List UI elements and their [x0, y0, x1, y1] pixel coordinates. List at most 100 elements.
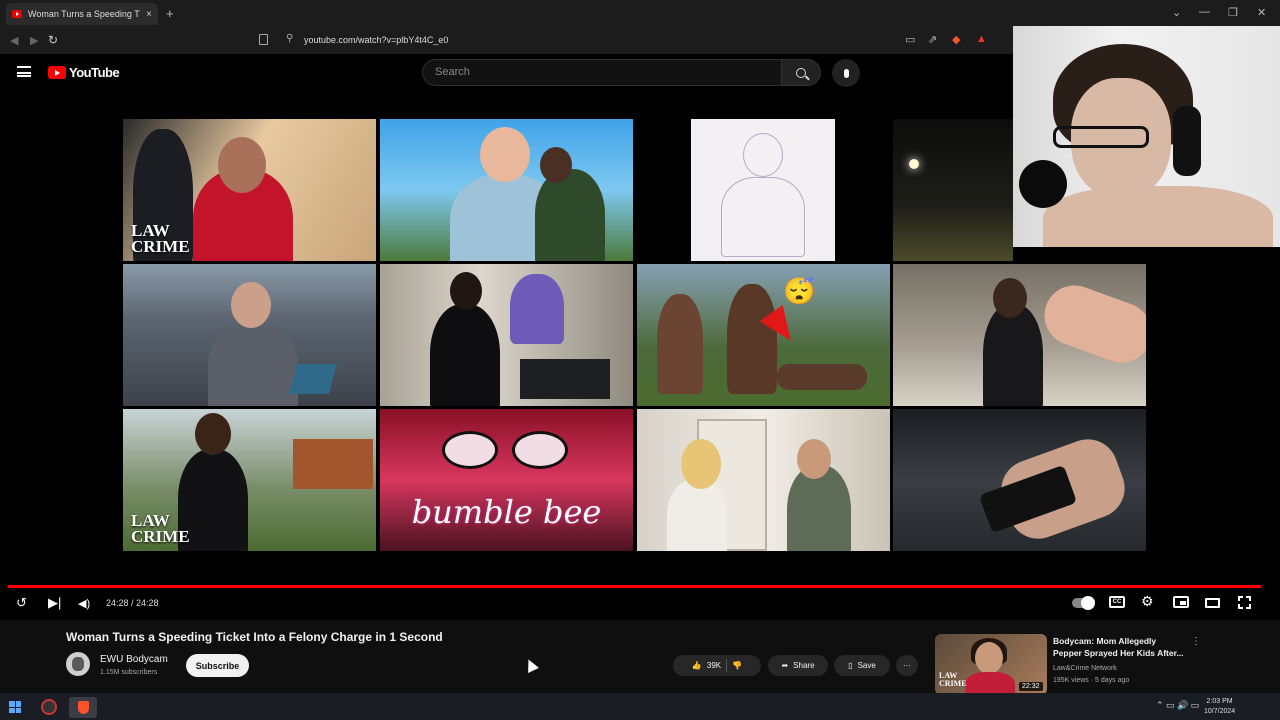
- windows-start-icon[interactable]: [9, 701, 21, 713]
- channel-name[interactable]: EWU Bodycam: [100, 654, 168, 665]
- woman-face: [195, 413, 231, 455]
- taskbar-clock[interactable]: 2:03 PM 10/7/2024: [1204, 697, 1235, 717]
- save-label: Save: [857, 661, 876, 670]
- endscreen-video-tile[interactable]: LAW CRIME: [123, 409, 376, 551]
- volume-icon[interactable]: ◀): [78, 597, 90, 610]
- share-icon: ➦: [781, 661, 789, 670]
- brave-rewards-icon[interactable]: ▲: [976, 33, 987, 45]
- browser-tab[interactable]: Woman Turns a Speeding Ticket Into a Fel…: [6, 3, 158, 25]
- woman-figure: [667, 479, 727, 551]
- save-button[interactable]: ▯ Save: [834, 655, 890, 676]
- time-display: 24:28 / 24:28: [106, 598, 159, 608]
- recommended-menu-icon[interactable]: ⋮: [1191, 636, 1201, 647]
- endscreen-video-tile[interactable]: [893, 409, 1146, 551]
- endscreen-video-tile[interactable]: [637, 409, 890, 551]
- thumb-face: [975, 642, 1003, 674]
- fallen-fighter: [777, 364, 867, 390]
- next-video-icon[interactable]: ▶|: [48, 595, 61, 611]
- house: [293, 439, 373, 489]
- voice-search-button[interactable]: [832, 59, 860, 87]
- endscreen-video-tile[interactable]: bumble bee: [380, 409, 633, 551]
- pointing-hand: [1036, 276, 1146, 372]
- autoplay-toggle[interactable]: [1072, 596, 1095, 610]
- more-actions-button[interactable]: ···: [896, 655, 918, 676]
- share-page-icon[interactable]: ⇗: [928, 33, 937, 46]
- woman-figure: [208, 324, 298, 406]
- man-figure: [983, 304, 1043, 406]
- webcam-overlay: [1013, 26, 1280, 247]
- youtube-logo-icon[interactable]: [48, 66, 66, 79]
- microphone-icon: [843, 68, 849, 78]
- settings-gear-icon[interactable]: ⚙: [1141, 593, 1154, 610]
- recommended-video-title[interactable]: Bodycam: Mom Allegedly Pepper Sprayed He…: [1053, 635, 1187, 659]
- subscriber-count: 1.15M subscribers: [100, 669, 158, 676]
- minimize-button[interactable]: —: [1199, 6, 1210, 18]
- fighter-figure: [657, 294, 703, 394]
- new-tab-button[interactable]: +: [166, 6, 174, 21]
- taskbar-app-icon[interactable]: [41, 699, 57, 715]
- woman-face: [480, 127, 530, 182]
- fullscreen-icon[interactable]: [1237, 595, 1252, 610]
- back-icon[interactable]: ◀: [10, 34, 18, 47]
- search-icon: [796, 67, 806, 78]
- search-button[interactable]: [781, 59, 821, 86]
- reload-icon[interactable]: ↻: [48, 33, 58, 47]
- headset: [1173, 106, 1201, 176]
- youtube-favicon-icon: [12, 10, 22, 18]
- menu-icon[interactable]: [17, 66, 31, 77]
- brave-browser-taskbar-icon[interactable]: [69, 697, 97, 718]
- thumb-body: [965, 672, 1015, 695]
- subtitles-button[interactable]: CC: [1109, 596, 1125, 608]
- man-face: [450, 272, 482, 310]
- woman-face: [218, 137, 266, 193]
- miniplayer-icon[interactable]: [1173, 596, 1189, 608]
- dislike-icon[interactable]: 👎: [732, 661, 742, 670]
- channel-avatar[interactable]: [66, 652, 90, 676]
- share-button[interactable]: ➦ Share: [768, 655, 828, 676]
- brave-shields-icon[interactable]: ◆: [952, 33, 960, 46]
- video-title: Woman Turns a Speeding Ticket Into a Fel…: [66, 630, 443, 644]
- search-input[interactable]: Search: [422, 59, 782, 86]
- close-window-button[interactable]: ✕: [1257, 6, 1266, 19]
- windows-taskbar: [0, 693, 1280, 720]
- man-figure: [535, 169, 605, 261]
- maximize-button[interactable]: ❐: [1228, 6, 1238, 19]
- cast-icon[interactable]: ▭: [905, 33, 915, 46]
- share-label: Share: [793, 661, 815, 670]
- replay-icon[interactable]: ↺: [16, 595, 27, 611]
- endscreen-video-tile[interactable]: [380, 264, 633, 406]
- tile-brand-text: bumble bee: [411, 493, 602, 531]
- system-tray-icons[interactable]: ⌃ ▭ 🔊 ▭: [1156, 700, 1199, 711]
- like-icon[interactable]: 👍: [692, 661, 702, 670]
- streetlight: [909, 159, 919, 169]
- streamer-body: [1043, 186, 1273, 247]
- recommended-thumb-brand: LAW CRIME: [939, 671, 967, 688]
- recommended-channel[interactable]: Law&Crime Network: [1053, 665, 1117, 672]
- endscreen-video-tile[interactable]: [123, 264, 376, 406]
- bookmark-icon[interactable]: [259, 34, 268, 45]
- youtube-logo-text[interactable]: YouTube: [69, 65, 120, 80]
- man-face: [993, 278, 1027, 318]
- endscreen-video-tile[interactable]: [893, 264, 1146, 406]
- woman-face: [231, 282, 271, 328]
- site-info-icon[interactable]: ⚲: [286, 33, 293, 44]
- url-field[interactable]: youtube.com/watch?v=plbY4t4C_e0: [304, 35, 448, 45]
- tab-search-icon[interactable]: ⌄: [1172, 6, 1181, 19]
- address-bar-row: [0, 28, 1013, 54]
- endscreen-video-tile[interactable]: [380, 119, 633, 261]
- theater-mode-icon[interactable]: [1205, 598, 1220, 608]
- anime-left-eye: [442, 431, 498, 469]
- man-face: [540, 147, 572, 183]
- officer-face: [797, 439, 831, 479]
- endscreen-video-tile[interactable]: 😴: [637, 264, 890, 406]
- tab-close-icon[interactable]: ×: [146, 9, 152, 20]
- woman-figure: [510, 274, 564, 344]
- endscreen-video-tile[interactable]: [893, 119, 1013, 261]
- like-count[interactable]: 39K: [707, 661, 721, 670]
- register-counter: [520, 359, 610, 399]
- subscribe-button[interactable]: Subscribe: [186, 654, 249, 677]
- endscreen-video-tile[interactable]: [637, 119, 890, 261]
- microphone: [1019, 160, 1067, 208]
- forward-icon[interactable]: ▶: [30, 34, 38, 47]
- endscreen-video-tile[interactable]: LAW CRIME: [123, 119, 376, 261]
